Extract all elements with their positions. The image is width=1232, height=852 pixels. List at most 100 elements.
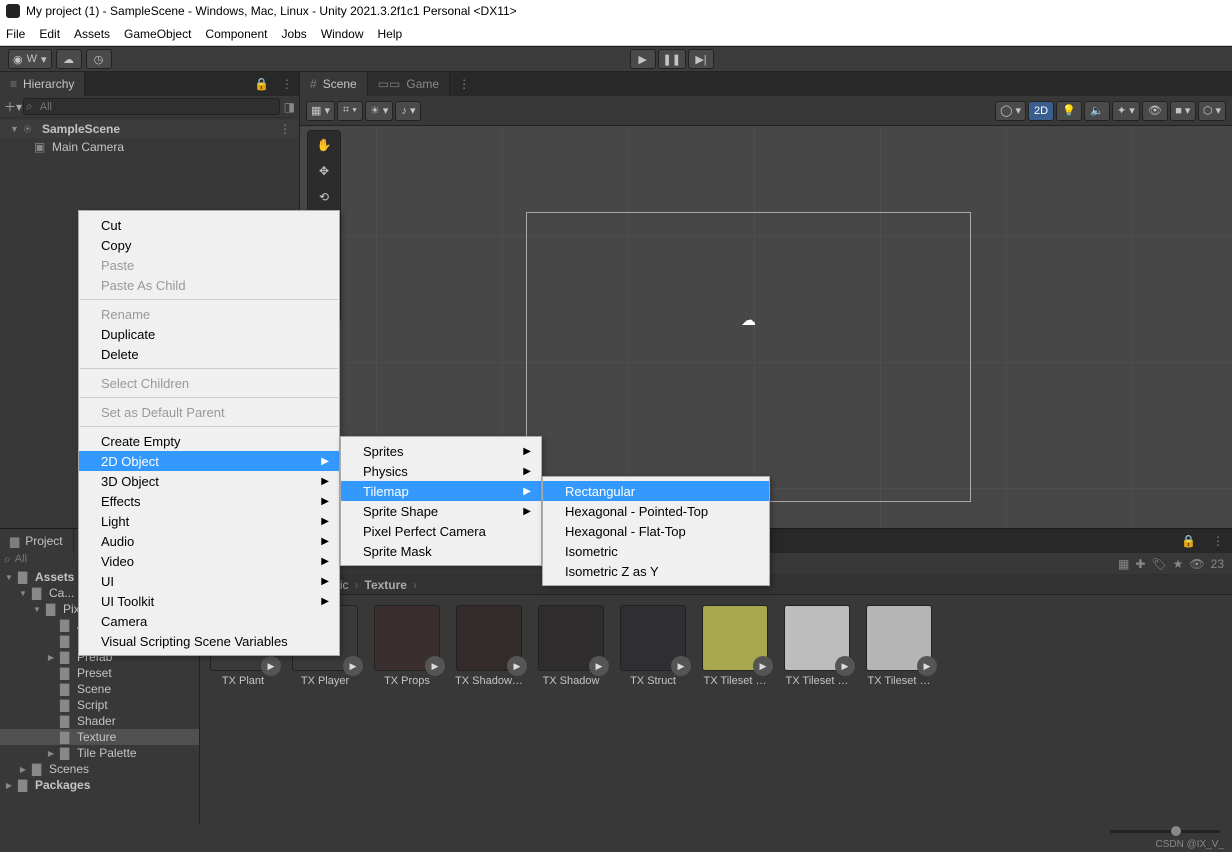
menu-item[interactable]: Video▶	[79, 551, 339, 571]
menu-item[interactable]: Copy	[79, 235, 339, 255]
menu-component[interactable]: Component	[205, 27, 267, 41]
favorite-icon[interactable]: ✚	[1135, 557, 1145, 571]
hidden-icon[interactable]: 👁	[1189, 557, 1204, 571]
asset-item[interactable]: ▶TX Tileset …	[782, 605, 852, 687]
asset-item[interactable]: ▶TX Props	[372, 605, 442, 687]
menu-item[interactable]: Sprite Shape▶	[341, 501, 541, 521]
panel-lock-icon[interactable]: 🔒	[248, 77, 275, 91]
menu-item[interactable]: Duplicate	[79, 324, 339, 344]
project-tree-row[interactable]: ▇Texture	[0, 729, 199, 745]
menu-item[interactable]: UI▶	[79, 571, 339, 591]
panel-lock-icon[interactable]: 🔒	[1173, 534, 1204, 548]
menu-gameobject[interactable]: GameObject	[124, 27, 191, 41]
menu-item[interactable]: Effects▶	[79, 491, 339, 511]
menu-item[interactable]: Isometric Z as Y	[543, 561, 769, 581]
expand-arrow-icon[interactable]: ▼	[10, 124, 20, 134]
toggle-skybox-dropdown[interactable]: ☀ ▾	[365, 101, 393, 121]
breadcrumb-item[interactable]: Texture	[365, 578, 407, 592]
menu-jobs[interactable]: Jobs	[281, 27, 306, 41]
project-tree-row[interactable]: ▶▇Tile Palette	[0, 745, 199, 761]
panel-menu-icon[interactable]: ⋮	[275, 77, 299, 91]
menu-item[interactable]: UI Toolkit▶	[79, 591, 339, 611]
menu-item[interactable]: Visual Scripting Scene Variables	[79, 631, 339, 651]
thumbnail-size-slider[interactable]	[1110, 822, 1220, 840]
panel-menu-icon[interactable]: ⋮	[450, 77, 478, 91]
menu-item[interactable]: Physics▶	[341, 461, 541, 481]
scene-tab[interactable]: #Scene	[300, 72, 368, 96]
hand-tool[interactable]: ✋	[310, 133, 338, 157]
menu-item[interactable]: Camera	[79, 611, 339, 631]
asset-item[interactable]: ▶TX Struct	[618, 605, 688, 687]
menu-item[interactable]: Light▶	[79, 511, 339, 531]
draw-mode-dropdown[interactable]: ⌗ ▾	[337, 101, 363, 121]
menu-item[interactable]: Hexagonal - Flat-Top	[543, 521, 769, 541]
audio-toggle[interactable]: 🔈	[1084, 101, 1110, 121]
gameobject-row[interactable]: ▣ Main Camera	[0, 138, 299, 156]
audio-toggle-dropdown[interactable]: ♪ ▾	[395, 101, 421, 121]
menu-item[interactable]: Sprites▶	[341, 441, 541, 461]
account-button[interactable]: ◉ W ▾	[8, 49, 52, 69]
expand-arrow-icon[interactable]: ▼	[4, 573, 14, 582]
menu-item[interactable]: Sprite Mask	[341, 541, 541, 561]
expand-arrow-icon[interactable]: ▶	[4, 781, 14, 790]
cloud-button[interactable]: ☁	[56, 49, 82, 69]
menu-help[interactable]: Help	[378, 27, 403, 41]
label-icon[interactable]: 🏷	[1151, 557, 1166, 571]
project-tree-row[interactable]: ▇Script	[0, 697, 199, 713]
scene-row[interactable]: ▼ ⍟ SampleScene ⋮	[0, 120, 299, 138]
menu-assets[interactable]: Assets	[74, 27, 110, 41]
asset-item[interactable]: ▶TX Tileset …	[864, 605, 934, 687]
project-tree-row[interactable]: ▶▇Scenes	[0, 761, 199, 777]
row-menu-icon[interactable]: ⋮	[279, 122, 299, 136]
hierarchy-tab[interactable]: ≡Hierarchy	[0, 72, 85, 96]
filter-icon[interactable]: ▦	[1118, 557, 1129, 571]
menu-window[interactable]: Window	[321, 27, 364, 41]
panel-menu-icon[interactable]: ⋮	[1204, 534, 1232, 548]
asset-item[interactable]: ▶TX Shadow	[536, 605, 606, 687]
project-tree-row[interactable]: ▇Shader	[0, 713, 199, 729]
shading-mode-dropdown[interactable]: ▦ ▾	[306, 101, 335, 121]
play-button[interactable]: ▶	[630, 49, 656, 69]
search-filter-icon[interactable]: ◨	[284, 100, 295, 114]
menu-item[interactable]: Audio▶	[79, 531, 339, 551]
project-tree-row[interactable]: ▇Preset	[0, 665, 199, 681]
pause-button[interactable]: ❚❚	[658, 49, 686, 69]
expand-arrow-icon[interactable]: ▶	[18, 765, 28, 774]
menu-edit[interactable]: Edit	[39, 27, 60, 41]
project-tree-row[interactable]: ▇Scene	[0, 681, 199, 697]
expand-arrow-icon[interactable]: ▼	[32, 605, 42, 614]
project-tree-row[interactable]: ▶▇Packages	[0, 777, 199, 793]
expand-arrow-icon[interactable]: ▼	[18, 589, 28, 598]
asset-item[interactable]: ▶TX Tileset …	[700, 605, 770, 687]
menu-item[interactable]: Create Empty	[79, 431, 339, 451]
gizmos-dropdown[interactable]: ⬡ ▾	[1198, 101, 1226, 121]
menu-item[interactable]: Pixel Perfect Camera	[341, 521, 541, 541]
star-icon[interactable]: ★	[1173, 557, 1184, 571]
expand-arrow-icon[interactable]: ▶	[46, 749, 56, 758]
hierarchy-search-input[interactable]	[23, 98, 280, 115]
hidden-toggle[interactable]: 👁	[1142, 101, 1168, 121]
menu-item[interactable]: Tilemap▶	[341, 481, 541, 501]
menu-item[interactable]: Hexagonal - Pointed-Top	[543, 501, 769, 521]
create-dropdown[interactable]: ＋▾	[4, 98, 22, 115]
move-tool[interactable]: ✥	[310, 159, 338, 183]
menu-item[interactable]: 3D Object▶	[79, 471, 339, 491]
camera-dropdown[interactable]: ■ ▾	[1170, 101, 1196, 121]
menu-item[interactable]: Cut	[79, 215, 339, 235]
fx-dropdown[interactable]: ✦ ▾	[1112, 101, 1140, 121]
camera-gizmo-icon[interactable]: ☁	[741, 311, 756, 329]
step-button[interactable]: ▶|	[688, 49, 714, 69]
asset-item[interactable]: ▶TX Shadow…	[454, 605, 524, 687]
menu-item[interactable]: 2D Object▶	[79, 451, 339, 471]
menu-item[interactable]: Rectangular	[543, 481, 769, 501]
gizmo-camera-dropdown[interactable]: ◯ ▾	[995, 101, 1026, 121]
menu-item[interactable]: Delete	[79, 344, 339, 364]
mode-2d-button[interactable]: 2D	[1028, 101, 1054, 121]
menu-file[interactable]: File	[6, 27, 25, 41]
menu-item[interactable]: Isometric	[543, 541, 769, 561]
light-toggle[interactable]: 💡	[1056, 101, 1082, 121]
game-tab[interactable]: ▭▭Game	[368, 72, 450, 96]
rotate-tool[interactable]: ⟲	[310, 185, 338, 209]
expand-arrow-icon[interactable]: ▶	[46, 653, 56, 662]
undo-history-button[interactable]: ◷	[86, 49, 112, 69]
